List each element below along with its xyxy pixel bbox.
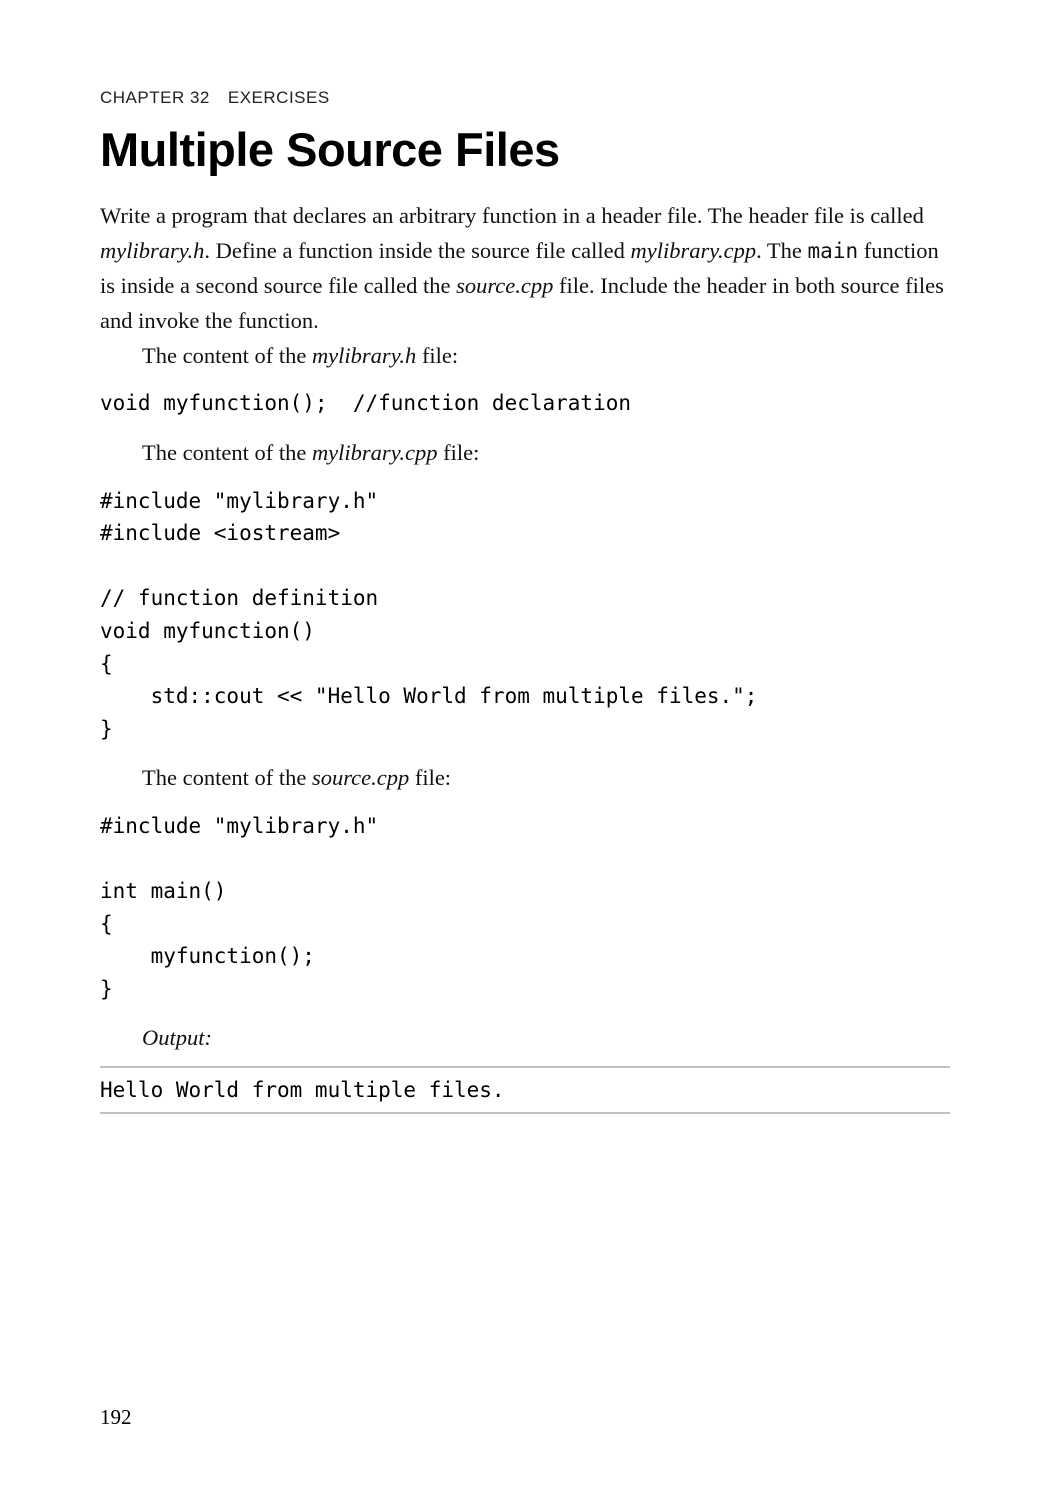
text: . Define a function inside the source fi… bbox=[204, 238, 630, 263]
filename-mylibrary-h: mylibrary.h bbox=[312, 343, 416, 368]
file-label-3: The content of the source.cpp file: bbox=[100, 761, 950, 796]
file-label-1: The content of the mylibrary.h file: bbox=[100, 339, 950, 374]
filename-mylibrary-cpp: mylibrary.cpp bbox=[312, 440, 438, 465]
output-label-text: Output: bbox=[142, 1025, 212, 1050]
chapter-number: CHAPTER 32 bbox=[100, 88, 210, 107]
text: file: bbox=[409, 765, 451, 790]
section-title: Multiple Source Files bbox=[100, 122, 950, 177]
output-text: Hello World from multiple files. bbox=[100, 1078, 950, 1102]
filename-source-cpp: source.cpp bbox=[312, 765, 409, 790]
filename-mylibrary-h: mylibrary.h bbox=[100, 238, 204, 263]
text: file: bbox=[416, 343, 458, 368]
code-block-1: void myfunction(); //function declaratio… bbox=[100, 387, 950, 420]
output-label: Output: bbox=[100, 1021, 950, 1056]
text: The content of the bbox=[142, 765, 312, 790]
chapter-header: CHAPTER 32 EXERCISES bbox=[100, 88, 950, 108]
file-label-2: The content of the mylibrary.cpp file: bbox=[100, 436, 950, 471]
intro-paragraph: Write a program that declares an arbitra… bbox=[100, 199, 950, 339]
text: Write a program that declares an arbitra… bbox=[100, 203, 924, 228]
page: CHAPTER 32 EXERCISES Multiple Source File… bbox=[0, 0, 1050, 1500]
code-block-2: #include "mylibrary.h" #include <iostrea… bbox=[100, 485, 950, 745]
page-number: 192 bbox=[100, 1405, 132, 1430]
filename-mylibrary-cpp: mylibrary.cpp bbox=[630, 238, 756, 263]
chapter-subject: EXERCISES bbox=[228, 88, 330, 107]
text: The content of the bbox=[142, 343, 312, 368]
text: . The bbox=[756, 238, 807, 263]
output-box: Hello World from multiple files. bbox=[100, 1066, 950, 1114]
text: The content of the bbox=[142, 440, 312, 465]
code-block-3: #include "mylibrary.h" int main() { myfu… bbox=[100, 810, 950, 1005]
text: file: bbox=[438, 440, 480, 465]
filename-source-cpp: source.cpp bbox=[456, 273, 553, 298]
inline-code-main: main bbox=[808, 239, 859, 263]
